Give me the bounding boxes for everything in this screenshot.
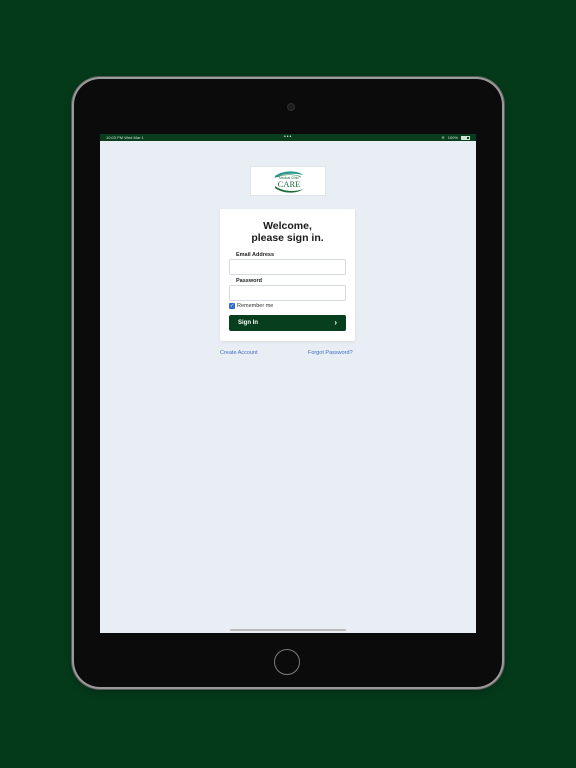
battery-icon	[461, 135, 470, 140]
login-card: Welcome, please sign in. Email Address P…	[220, 209, 355, 341]
login-heading: Welcome, please sign in.	[220, 220, 355, 244]
chevron-right-icon: ›	[334, 318, 337, 327]
checkmark-icon[interactable]: ✓	[229, 303, 235, 309]
forgot-password-link[interactable]: Forgot Password?	[308, 350, 353, 356]
logo-brand-text: CARE	[278, 179, 301, 189]
app-screen: 10:03 PM Wed Mar 1 ••• ≋ 100% Medical Cl…	[100, 134, 476, 633]
sign-in-label: Sign In	[238, 320, 258, 326]
remember-me-label[interactable]: Remember me	[237, 303, 273, 309]
password-field[interactable]	[229, 285, 346, 301]
status-right-group: ≋ 100%	[441, 134, 470, 141]
status-time: 10:03 PM Wed Mar 1	[106, 134, 144, 141]
heading-line-1: Welcome,	[263, 220, 312, 232]
email-label: Email Address	[236, 252, 275, 258]
heading-line-2: please sign in.	[251, 232, 324, 244]
logo-graphic: Medical Clinic CARE	[275, 171, 303, 193]
email-field[interactable]	[229, 259, 346, 275]
status-date-text: Wed Mar 1	[124, 135, 144, 140]
status-time-text: 10:03 PM	[106, 135, 124, 140]
create-account-link[interactable]: Create Account	[220, 350, 258, 356]
sign-in-button[interactable]: Sign In ›	[229, 315, 346, 331]
password-label: Password	[236, 278, 262, 284]
home-button-icon[interactable]	[274, 649, 300, 675]
wifi-icon: ≋	[441, 135, 445, 140]
camera-icon	[287, 103, 295, 111]
battery-percent: 100%	[447, 135, 458, 140]
brand-logo: Medical Clinic CARE	[250, 166, 326, 196]
status-bar: 10:03 PM Wed Mar 1 ••• ≋ 100%	[100, 134, 476, 141]
multitasking-dots-icon[interactable]: •••	[284, 134, 292, 141]
home-indicator[interactable]	[230, 629, 346, 631]
remember-me-row[interactable]: ✓ Remember me	[229, 303, 273, 309]
